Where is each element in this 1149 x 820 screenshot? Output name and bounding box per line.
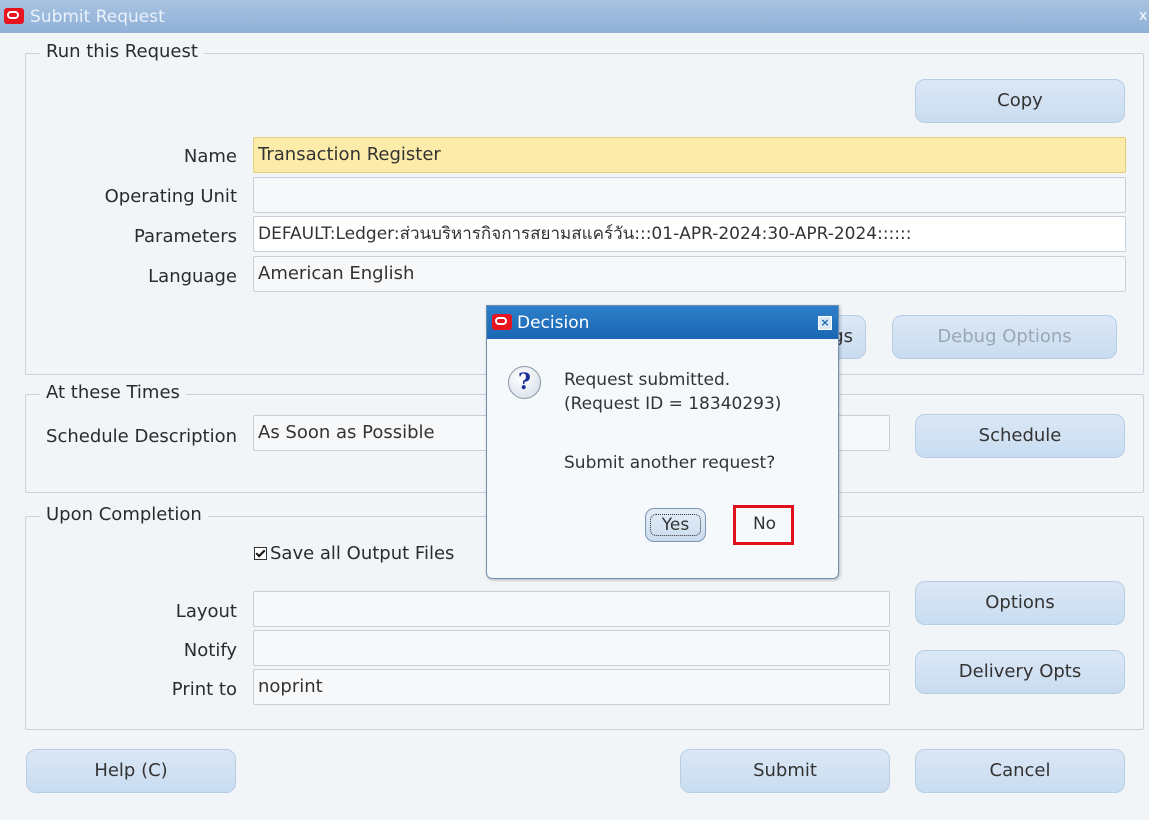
debug-options-label: Debug Options xyxy=(937,326,1072,347)
operating-unit-field[interactable] xyxy=(253,177,1126,213)
language-field[interactable]: American English xyxy=(253,256,1126,292)
debug-options-button[interactable]: Debug Options xyxy=(892,315,1117,359)
help-button-label: Help (C) xyxy=(94,760,168,781)
print-to-field[interactable]: noprint xyxy=(253,669,890,705)
save-output-checkbox[interactable]: Save all Output Files xyxy=(254,543,454,564)
options-button-label: Options xyxy=(985,592,1055,613)
name-label: Name xyxy=(183,146,237,167)
schedule-description-label: Schedule Description xyxy=(46,426,237,447)
operating-unit-label: Operating Unit xyxy=(104,186,237,207)
parameters-field[interactable]: DEFAULT:Ledger:ส่วนบริหารกิจการสยามสแคร์… xyxy=(253,216,1126,252)
question-icon: ? xyxy=(508,366,541,399)
parameters-label: Parameters xyxy=(133,226,237,247)
decision-dialog: Decision × ? Request submitted. (Request… xyxy=(486,305,839,579)
delivery-opts-button[interactable]: Delivery Opts xyxy=(915,650,1125,694)
notify-label: Notify xyxy=(183,640,237,661)
run-group-legend: Run this Request xyxy=(40,41,204,62)
window-title: Submit Request xyxy=(30,7,165,27)
times-group-legend: At these Times xyxy=(40,382,186,403)
submit-button-label: Submit xyxy=(753,760,817,781)
dialog-titlebar: Decision × xyxy=(487,306,838,339)
language-label: Language xyxy=(148,266,237,287)
dialog-message-line1: Request submitted. xyxy=(564,370,731,390)
oracle-logo-icon xyxy=(492,314,512,330)
checkbox-checked-icon xyxy=(254,547,267,560)
help-button[interactable]: Help (C) xyxy=(26,749,236,793)
notify-field[interactable] xyxy=(253,630,890,666)
cancel-button-label: Cancel xyxy=(989,760,1051,781)
layout-field[interactable] xyxy=(253,591,890,627)
window-close-icon[interactable]: x xyxy=(1139,8,1149,24)
save-output-label: Save all Output Files xyxy=(270,543,455,564)
dialog-question: Submit another request? xyxy=(564,453,776,473)
window-titlebar: Submit Request x xyxy=(0,0,1149,33)
dialog-title: Decision xyxy=(517,313,590,333)
oracle-logo-icon xyxy=(4,8,24,24)
delivery-opts-label: Delivery Opts xyxy=(958,661,1082,682)
options-button[interactable]: Options xyxy=(915,581,1125,625)
submit-button[interactable]: Submit xyxy=(680,749,890,793)
dialog-close-icon[interactable]: × xyxy=(818,316,832,330)
copy-button[interactable]: Copy xyxy=(915,79,1125,123)
dialog-message-line2: (Request ID = 18340293) xyxy=(564,394,782,414)
layout-label: Layout xyxy=(175,601,237,622)
schedule-button-label: Schedule xyxy=(978,425,1062,446)
copy-button-label: Copy xyxy=(997,90,1043,111)
print-to-label: Print to xyxy=(171,679,237,700)
yes-button[interactable]: Yes xyxy=(645,508,706,542)
name-field[interactable]: Transaction Register xyxy=(253,137,1126,173)
no-button-highlight xyxy=(733,505,794,545)
schedule-button[interactable]: Schedule xyxy=(915,414,1125,458)
yes-button-label: Yes xyxy=(661,515,690,535)
completion-group-legend: Upon Completion xyxy=(40,504,208,525)
cancel-button[interactable]: Cancel xyxy=(915,749,1125,793)
